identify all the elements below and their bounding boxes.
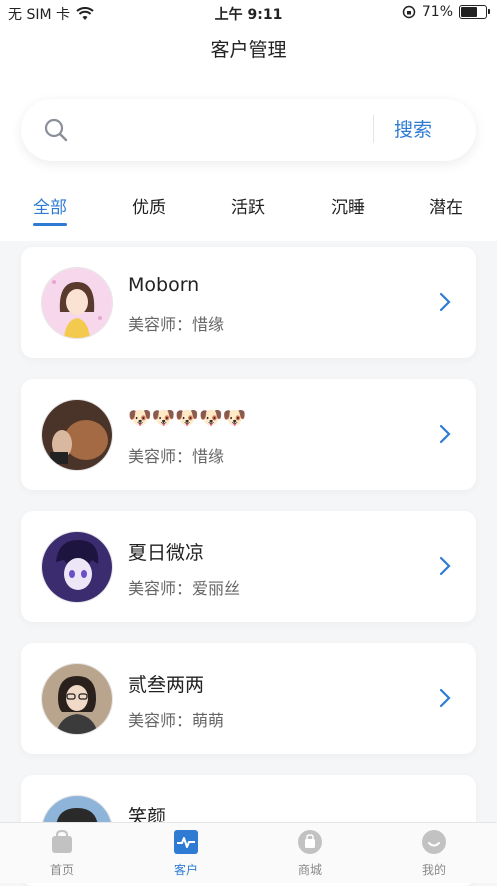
- orientation-lock-icon: [402, 5, 416, 19]
- chevron-right-icon: [439, 424, 451, 444]
- battery-percent: 71%: [421, 4, 453, 20]
- avatar: [41, 267, 113, 339]
- profile-icon: [422, 830, 446, 854]
- tab-all[interactable]: 全部: [33, 193, 67, 218]
- customer-name: 贰叁两两: [128, 674, 205, 696]
- shopping-bag-icon: [52, 829, 72, 853]
- customer-beautician: 美容师：萌萌: [128, 711, 225, 730]
- customer-card[interactable]: 夏日微凉 美容师：爱丽丝: [21, 511, 476, 622]
- customer-name: Moborn: [128, 274, 200, 296]
- customer-name: 夏日微凉: [128, 542, 205, 564]
- chevron-right-icon: [439, 556, 451, 576]
- avatar: [41, 663, 113, 735]
- customer-card[interactable]: Moborn 美容师：惜缘: [21, 247, 476, 358]
- customer-beautician: 美容师：爱丽丝: [128, 579, 241, 598]
- avatar: [41, 531, 113, 603]
- nav-profile[interactable]: 我的: [394, 829, 474, 878]
- avatar: [41, 399, 113, 471]
- customer-card[interactable]: 🐶🐶🐶🐶🐶 美容师：惜缘: [21, 379, 476, 490]
- chevron-right-icon: [439, 292, 451, 312]
- nav-home-label: 首页: [49, 863, 74, 877]
- customer-card[interactable]: 贰叁两两 美容师：萌萌: [21, 643, 476, 754]
- tab-dormant[interactable]: 沉睡: [331, 193, 365, 218]
- search-divider: [373, 115, 374, 143]
- nav-home[interactable]: 首页: [22, 829, 102, 878]
- search-icon: [44, 118, 68, 142]
- bottom-nav: 首页 客户 商城 我的: [0, 822, 497, 883]
- status-bar: 无 SIM 卡 上午 9:11 71%: [0, 0, 497, 26]
- tab-active[interactable]: 活跃: [231, 193, 265, 218]
- nav-customers[interactable]: 客户: [146, 829, 226, 878]
- status-right: 71%: [402, 4, 490, 20]
- nav-customers-label: 客户: [173, 863, 198, 877]
- tab-potential[interactable]: 潜在: [429, 193, 463, 218]
- page-title: 客户管理: [0, 26, 497, 78]
- nav-profile-label: 我的: [421, 863, 446, 877]
- nav-mall[interactable]: 商城: [270, 829, 350, 878]
- search-button[interactable]: 搜索: [394, 115, 432, 142]
- customer-name: 🐶🐶🐶🐶🐶: [128, 407, 247, 429]
- filter-tabs: 全部 优质 活跃 沉睡 潜在: [0, 193, 497, 233]
- search-input[interactable]: [83, 113, 377, 149]
- battery-icon: [459, 5, 490, 19]
- search-bar: 搜索: [21, 99, 476, 161]
- nav-mall-label: 商城: [297, 863, 322, 877]
- chevron-right-icon: [439, 688, 451, 708]
- pulse-icon: [174, 830, 198, 854]
- mall-icon: [298, 830, 322, 854]
- customer-beautician: 美容师：惜缘: [128, 447, 225, 466]
- active-tab-indicator: [33, 223, 67, 226]
- customer-beautician: 美容师：惜缘: [128, 315, 225, 334]
- tab-quality[interactable]: 优质: [132, 193, 166, 218]
